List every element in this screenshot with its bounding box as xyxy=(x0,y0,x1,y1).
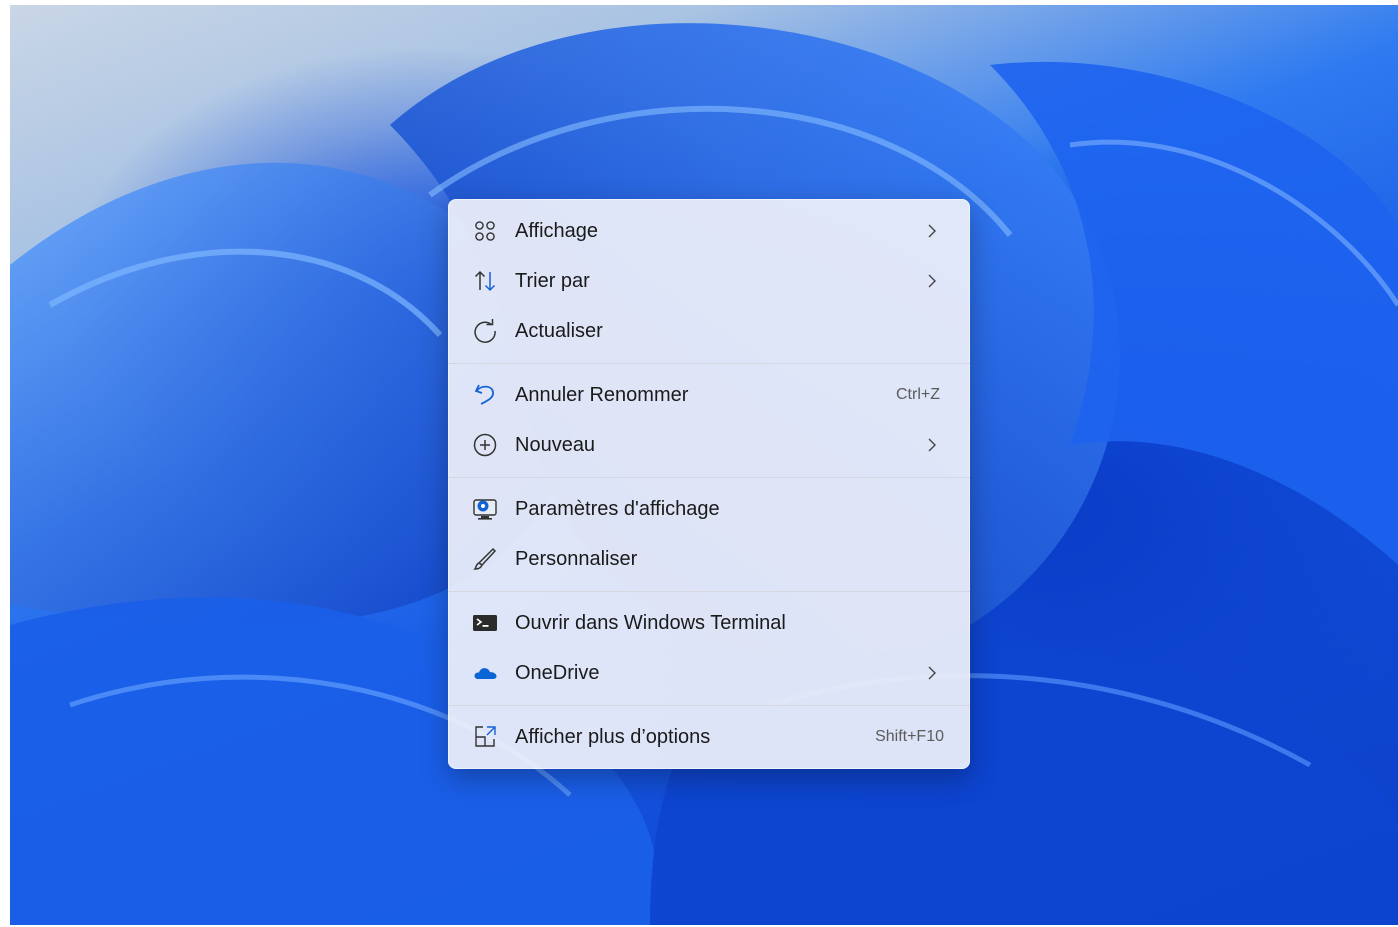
menu-item-label: Nouveau xyxy=(515,433,596,456)
menu-item-label: OneDrive xyxy=(515,661,600,684)
undo-icon xyxy=(472,382,498,408)
menu-item-label: Annuler Renommer xyxy=(515,383,689,406)
menu-separator xyxy=(448,477,970,478)
menu-separator xyxy=(448,705,970,706)
more-options-icon xyxy=(472,724,498,750)
menu-item-trier-par[interactable]: Trier par xyxy=(456,256,962,306)
sort-arrows-icon xyxy=(472,268,498,294)
menu-item-nouveau[interactable]: Nouveau xyxy=(456,420,962,470)
refresh-icon xyxy=(472,318,498,344)
menu-item-label: Afficher plus d’options xyxy=(515,725,711,748)
keyboard-shortcut: Shift+F10 xyxy=(875,728,944,745)
menu-item-parametres-affichage[interactable]: Paramètres d'affichage xyxy=(456,484,962,534)
menu-item-windows-terminal[interactable]: Ouvrir dans Windows Terminal xyxy=(456,598,962,648)
display-settings-icon xyxy=(472,496,498,522)
menu-item-annuler-renommer[interactable]: Annuler Renommer Ctrl+Z xyxy=(456,370,962,420)
desktop-context-menu: Affichage Trier par Actualiser Annuler R… xyxy=(448,199,970,769)
onedrive-cloud-icon xyxy=(472,660,498,686)
grid-view-icon xyxy=(472,218,498,244)
menu-item-label: Ouvrir dans Windows Terminal xyxy=(515,611,786,634)
menu-item-label: Affichage xyxy=(515,219,599,242)
terminal-icon xyxy=(472,610,498,636)
chevron-right-icon xyxy=(928,274,936,288)
menu-separator xyxy=(448,591,970,592)
chevron-right-icon xyxy=(928,438,936,452)
menu-item-label: Paramètres d'affichage xyxy=(515,497,720,520)
menu-item-personnaliser[interactable]: Personnaliser xyxy=(456,534,962,584)
keyboard-shortcut: Ctrl+Z xyxy=(896,386,940,403)
chevron-right-icon xyxy=(928,224,936,238)
menu-separator xyxy=(448,363,970,364)
menu-item-onedrive[interactable]: OneDrive xyxy=(456,648,962,698)
chevron-right-icon xyxy=(928,666,936,680)
add-circle-icon xyxy=(472,432,498,458)
menu-item-label: Trier par xyxy=(515,269,590,292)
menu-item-label: Personnaliser xyxy=(515,547,638,570)
menu-item-more-options[interactable]: Afficher plus d’options Shift+F10 xyxy=(456,712,962,762)
menu-item-label: Actualiser xyxy=(515,319,603,342)
brush-icon xyxy=(472,546,498,572)
menu-item-actualiser[interactable]: Actualiser xyxy=(456,306,962,356)
menu-item-affichage[interactable]: Affichage xyxy=(456,206,962,256)
